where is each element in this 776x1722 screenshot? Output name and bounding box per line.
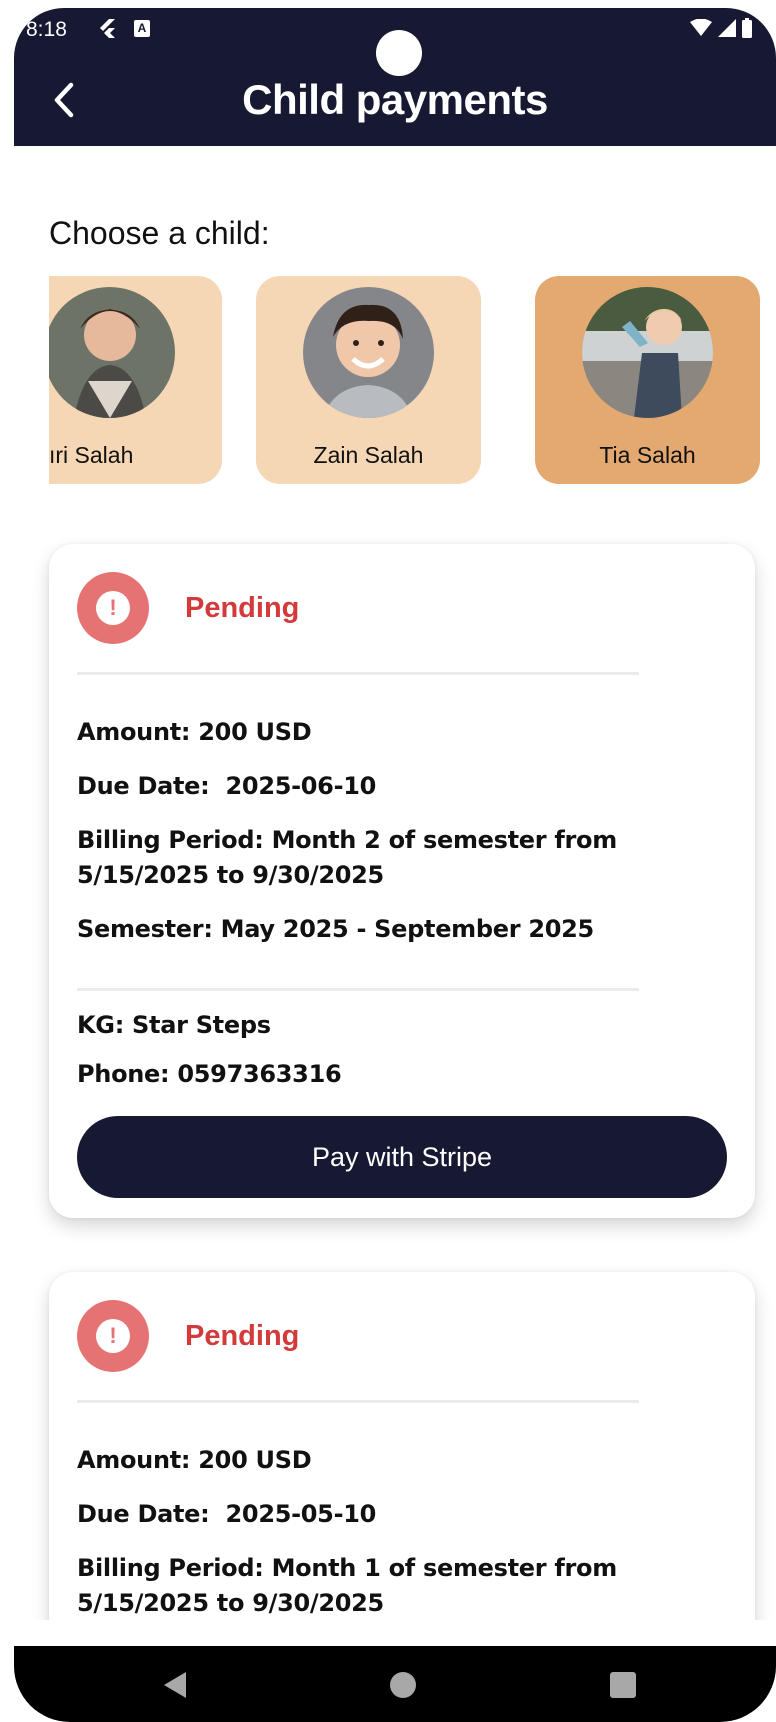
due-date-text: Due Date: 2025-06-10: [77, 772, 377, 800]
alert-icon: !: [77, 572, 149, 644]
system-nav-bar: [14, 1646, 776, 1722]
payment-status: ! Pending: [77, 572, 299, 644]
alert-icon: !: [77, 1300, 149, 1372]
divider: [77, 1400, 639, 1403]
status-label: Pending: [185, 1319, 300, 1352]
billing-period-text: Billing Period: Month 2 of semester from…: [77, 826, 617, 889]
system-status-icons: [690, 18, 752, 38]
child-selector[interactable]: ıri Salah Zain Salah Tia Salah: [49, 276, 776, 486]
status-label: Pending: [185, 591, 300, 624]
nav-recents-icon[interactable]: [610, 1672, 636, 1698]
amount-text: Amount: 200 USD: [77, 718, 312, 746]
pay-with-stripe-button[interactable]: Pay with Stripe: [77, 1116, 727, 1198]
bottom-fade: [14, 1620, 776, 1646]
kindergarten-text: KG: Star Steps: [77, 1011, 271, 1039]
child-card-zain[interactable]: Zain Salah: [256, 276, 481, 484]
page-title: Child payments: [242, 76, 548, 123]
flutter-icon: [100, 19, 115, 38]
child-name: ıri Salah: [49, 442, 134, 468]
child-avatar: [582, 287, 713, 418]
child-name: Zain Salah: [313, 442, 424, 468]
signal-icon: [718, 19, 736, 37]
divider: [77, 672, 639, 675]
nav-back-icon[interactable]: [162, 1670, 188, 1700]
semester-text: Semester: May 2025 - September 2025: [77, 915, 594, 943]
accessibility-icon: A: [134, 19, 150, 37]
due-date-text: Due Date: 2025-05-10: [77, 1500, 377, 1528]
child-name: Tia Salah: [599, 442, 696, 468]
billing-period-text: Billing Period: Month 1 of semester from…: [77, 1554, 617, 1617]
payment-card: ! Pending Amount: 200 USD Due Date: 2025…: [49, 544, 755, 1218]
notification-icons: A: [96, 17, 150, 39]
phone-screen: 8:18 A Child payments Choose a child: ır…: [14, 8, 776, 1722]
payment-status: ! Pending: [77, 1300, 299, 1372]
child-card-nouri[interactable]: ıri Salah: [49, 276, 222, 484]
payment-card: ! Pending Amount: 200 USD Due Date: 2025…: [49, 1272, 755, 1672]
child-avatar: [49, 287, 175, 418]
nav-home-icon[interactable]: [390, 1672, 416, 1698]
phone-text: Phone: 0597363316: [77, 1060, 342, 1088]
status-time: 8:18: [26, 18, 67, 41]
divider: [77, 988, 639, 991]
choose-child-label: Choose a child:: [49, 215, 270, 251]
wifi-icon: [690, 19, 712, 36]
child-card-tia[interactable]: Tia Salah: [535, 276, 760, 484]
amount-text: Amount: 200 USD: [77, 1446, 312, 1474]
camera-cutout: [376, 30, 422, 76]
battery-icon: [742, 18, 752, 38]
child-avatar: [303, 287, 434, 418]
app-bar: 8:18 A Child payments: [14, 8, 776, 146]
